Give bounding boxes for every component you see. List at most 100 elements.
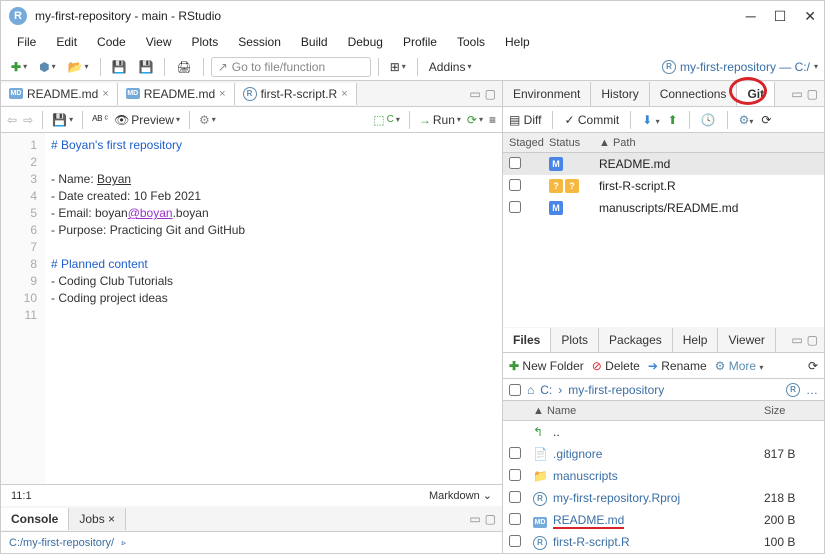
gutter: 1234567891011 (1, 133, 45, 484)
close-button[interactable]: ✕ (804, 8, 816, 25)
menu-help[interactable]: Help (497, 33, 538, 51)
settings-button[interactable]: ⚙▾ (199, 113, 216, 127)
files-row[interactable]: R my-first-repository.Rproj218 B (503, 487, 824, 509)
environment-tab[interactable]: Environment (503, 82, 591, 106)
rerun-button[interactable]: ⟳▾ (467, 113, 483, 127)
save-all-button[interactable]: 💾 (135, 58, 158, 76)
push-button[interactable]: ⬆ (668, 113, 678, 127)
maximize-pane-icon[interactable]: ▢ (485, 87, 496, 101)
open-file-button[interactable]: 📂▾ (64, 58, 93, 76)
stage-checkbox[interactable] (509, 201, 521, 213)
maximize-pane-icon[interactable]: ▢ (807, 333, 818, 347)
new-file-button[interactable]: ✚▾ (7, 58, 31, 76)
git-row[interactable]: M manuscripts/README.md (503, 197, 824, 219)
fwd-button[interactable]: ⇨ (23, 113, 33, 127)
bc-drive[interactable]: C: (540, 383, 552, 397)
menu-debug[interactable]: Debug (340, 33, 391, 51)
source-tab-script[interactable]: R first-R-script.R × (235, 83, 357, 105)
spellcheck-button[interactable]: ᴬᴮᶜ (92, 113, 108, 127)
files-row[interactable]: 📁 manuscripts (503, 465, 824, 487)
files-row[interactable]: R first-R-script.R100 B (503, 531, 824, 553)
file-checkbox[interactable] (509, 513, 521, 525)
save-source-button[interactable]: 💾▾ (52, 113, 73, 127)
menu-file[interactable]: File (9, 33, 44, 51)
history-button[interactable]: 🕓 (701, 113, 716, 127)
stage-checkbox[interactable] (509, 179, 521, 191)
commit-button[interactable]: ✓ Commit (564, 113, 619, 127)
menu-profile[interactable]: Profile (395, 33, 445, 51)
menu-tools[interactable]: Tools (449, 33, 493, 51)
file-checkbox[interactable] (509, 491, 521, 503)
minimize-pane-icon[interactable]: ▭ (469, 512, 480, 526)
history-tab[interactable]: History (591, 82, 649, 106)
console-tab[interactable]: Console (1, 508, 69, 530)
maximize-pane-icon[interactable]: ▢ (807, 87, 818, 101)
more-path-button[interactable]: … (806, 383, 818, 397)
diff-button[interactable]: ▤ Diff (509, 113, 541, 127)
pull-button[interactable]: ⬇ ▾ (642, 113, 659, 127)
more-git-button[interactable]: ⚙▾ (739, 113, 754, 127)
minimize-pane-icon[interactable]: ▭ (791, 87, 802, 101)
delete-button[interactable]: ⊘ Delete (592, 359, 640, 373)
source-tab-readme2[interactable]: MD README.md × (118, 83, 235, 105)
maximize-pane-icon[interactable]: ▢ (485, 512, 496, 526)
menu-code[interactable]: Code (89, 33, 134, 51)
save-button[interactable]: 💾 (108, 58, 131, 76)
viewer-tab[interactable]: Viewer (718, 328, 775, 352)
close-icon[interactable]: × (341, 88, 347, 100)
menu-edit[interactable]: Edit (48, 33, 85, 51)
maximize-button[interactable]: ☐ (774, 8, 787, 25)
packages-tab[interactable]: Packages (599, 328, 673, 352)
stage-checkbox[interactable] (509, 157, 521, 169)
code-editor[interactable]: 1234567891011 # Boyan's first repository… (1, 133, 502, 484)
git-row[interactable]: ?? first-R-script.R (503, 175, 824, 197)
source-tab-readme[interactable]: MD README.md × (1, 83, 118, 105)
menu-view[interactable]: View (138, 33, 180, 51)
minimize-pane-icon[interactable]: ▭ (469, 87, 480, 101)
close-icon[interactable]: × (219, 88, 225, 100)
console[interactable]: C:/my-first-repository/ ▹ (1, 532, 502, 553)
files-tab[interactable]: Files (503, 328, 551, 352)
r-icon: R (243, 87, 257, 101)
select-all-checkbox[interactable] (509, 384, 521, 396)
file-checkbox[interactable] (509, 447, 521, 459)
rename-button[interactable]: ➔ Rename (648, 359, 707, 373)
file-checkbox[interactable] (509, 535, 521, 547)
menu-session[interactable]: Session (230, 33, 289, 51)
insert-chunk-button[interactable]: ⬚C▾ (373, 113, 400, 127)
connections-tab[interactable]: Connections (650, 82, 738, 106)
new-project-button[interactable]: ⬢▾ (35, 58, 60, 76)
refresh-files-button[interactable]: ⟳ (808, 359, 818, 373)
file-type[interactable]: Markdown ⌄ (429, 489, 492, 502)
panes-button[interactable]: ⊞▾ (386, 58, 410, 76)
menu-plots[interactable]: Plots (184, 33, 227, 51)
jobs-tab[interactable]: Jobs × (69, 508, 126, 530)
preview-button[interactable]: 👁 Preview ▾ (114, 113, 180, 127)
run-button[interactable]: → Run ▾ (419, 113, 461, 127)
addins-button[interactable]: Addins ▾ (425, 58, 476, 76)
new-folder-button[interactable]: ✚ New Folder (509, 359, 584, 373)
files-row[interactable]: MD README.md200 B (503, 509, 824, 531)
files-up-row[interactable]: ↰ .. (503, 421, 824, 443)
rproj-icon[interactable]: R (786, 383, 800, 397)
refresh-button[interactable]: ⟳ (761, 113, 771, 127)
git-tab[interactable]: Git (737, 82, 775, 106)
git-row[interactable]: M README.md (503, 153, 824, 175)
file-checkbox[interactable] (509, 469, 521, 481)
more-button[interactable]: ⚙ More ▾ (715, 359, 764, 373)
minimize-pane-icon[interactable]: ▭ (791, 333, 802, 347)
outline-button[interactable]: ≡ (489, 113, 496, 127)
bc-folder[interactable]: my-first-repository (568, 383, 664, 397)
plots-tab[interactable]: Plots (551, 328, 599, 352)
goto-input[interactable]: ↗ Go to file/function (211, 57, 371, 77)
home-icon[interactable]: ⌂ (527, 383, 534, 397)
project-indicator[interactable]: R my-first-repository — C:/ ▾ (662, 60, 818, 74)
menu-build[interactable]: Build (293, 33, 336, 51)
minimize-button[interactable]: ─ (746, 8, 756, 25)
back-button[interactable]: ⇦ (7, 113, 17, 127)
help-tab[interactable]: Help (673, 328, 719, 352)
code-area[interactable]: # Boyan's first repository - Name: Boyan… (45, 133, 502, 484)
print-button[interactable]: 🖨 (172, 58, 195, 76)
files-row[interactable]: 📄 .gitignore817 B (503, 443, 824, 465)
close-icon[interactable]: × (102, 88, 108, 100)
